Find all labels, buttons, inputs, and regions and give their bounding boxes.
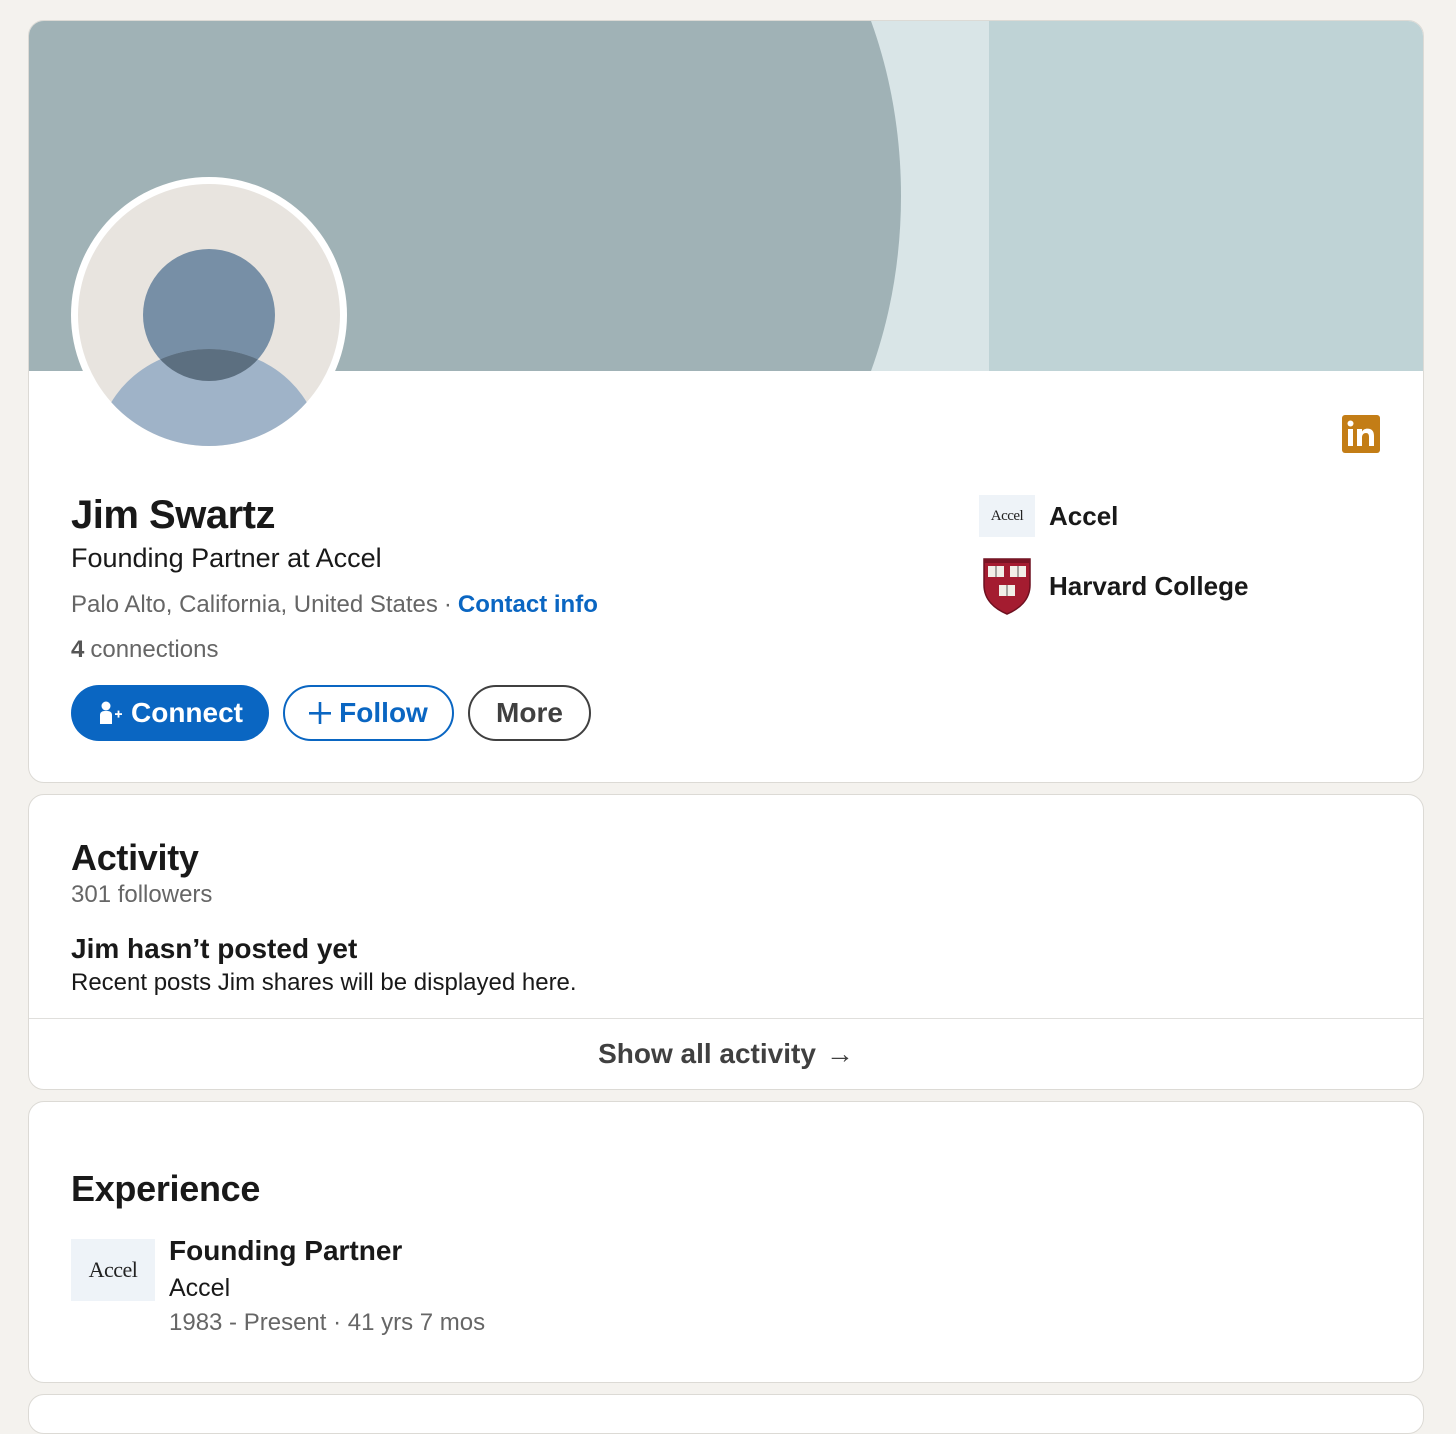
profile-name: Jim Swartz [71, 493, 275, 537]
linkedin-icon[interactable] [1342, 415, 1380, 453]
plus-icon [309, 702, 332, 724]
harvard-shield-logo [979, 556, 1035, 616]
followers-count[interactable]: 301 followers [71, 881, 212, 909]
school-name: Harvard College [1049, 570, 1249, 601]
profile-location: Palo Alto, California, United States [71, 591, 438, 618]
more-button[interactable]: More [468, 685, 591, 741]
activity-title: Activity [71, 837, 199, 878]
experience-company-logo[interactable]: Accel [71, 1239, 155, 1301]
experience-title: Experience [71, 1168, 261, 1209]
accel-logo: Accel [979, 495, 1035, 537]
show-all-activity-label: Show all activity [598, 1038, 816, 1069]
empty-activity-description: Recent posts Jim shares will be displaye… [71, 969, 577, 996]
contact-info-link[interactable]: Contact info [458, 591, 598, 618]
show-all-activity-button[interactable]: Show all activity → [29, 1019, 1423, 1089]
connect-button-label: Connect [131, 697, 243, 728]
empty-activity-title: Jim hasn’t posted yet [71, 933, 358, 964]
avatar-placeholder-icon [78, 184, 340, 446]
follow-button-label: Follow [339, 697, 428, 728]
experience-role: Founding Partner [169, 1235, 403, 1266]
connections-count: 4 [71, 636, 85, 663]
separator-dot: · [443, 591, 452, 618]
next-section-card [28, 1394, 1424, 1434]
follow-button[interactable]: Follow [283, 685, 454, 741]
activity-section: Activity 301 followers Jim hasn’t posted… [28, 794, 1424, 1090]
experience-dates: 1983 - Present · 41 yrs 7 mos [169, 1309, 486, 1336]
add-person-icon [97, 700, 123, 726]
accel-logo-text: Accel [990, 507, 1024, 524]
more-button-label: More [496, 697, 563, 728]
experience-logo-text: Accel [88, 1257, 138, 1282]
experience-section: Experience Accel Founding Partner Accel … [28, 1101, 1424, 1383]
experience-company: Accel [169, 1274, 231, 1302]
education-link[interactable]: Harvard College [979, 556, 1248, 616]
connections-info[interactable]: 4 connections [71, 636, 218, 664]
connections-label: connections [90, 636, 219, 663]
profile-avatar[interactable] [71, 177, 347, 453]
profile-headline: Founding Partner at Accel [71, 543, 382, 573]
current-company-name: Accel [1049, 500, 1119, 531]
profile-card: Jim Swartz Founding Partner at Accel Pal… [28, 20, 1424, 783]
current-company-link[interactable]: Accel Accel [979, 495, 1118, 537]
arrow-right-icon: → [825, 1038, 854, 1069]
connect-button[interactable]: Connect [71, 685, 269, 741]
location-line: Palo Alto, California, United States · Con… [71, 591, 598, 619]
